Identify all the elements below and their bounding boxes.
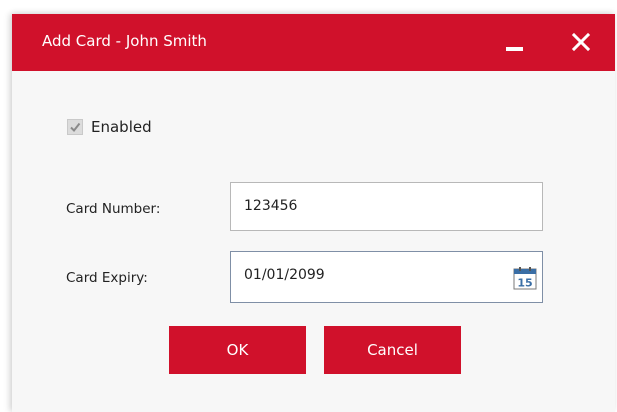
close-button[interactable] — [568, 29, 594, 55]
checkmark-icon — [70, 122, 81, 133]
enabled-checkbox[interactable] — [67, 119, 83, 135]
card-number-value: 123456 — [244, 198, 298, 214]
cancel-button[interactable]: Cancel — [324, 326, 461, 374]
close-icon — [571, 32, 591, 52]
calendar-icon[interactable]: 15 — [513, 266, 537, 290]
add-card-dialog: Add Card - John Smith Enabled Card Numbe… — [12, 14, 615, 412]
card-expiry-input[interactable]: 01/01/2099 15 — [230, 251, 543, 303]
card-expiry-label: Card Expiry: — [66, 270, 148, 286]
card-number-label: Card Number: — [66, 201, 161, 217]
minimize-icon — [506, 47, 523, 51]
ok-button[interactable]: OK — [169, 326, 306, 374]
dialog-title: Add Card - John Smith — [42, 32, 207, 50]
calendar-day: 15 — [517, 277, 532, 290]
minimize-button[interactable] — [502, 30, 528, 56]
dialog-titlebar: Add Card - John Smith — [12, 14, 615, 71]
card-number-input[interactable]: 123456 — [230, 182, 543, 231]
card-expiry-value: 01/01/2099 — [244, 267, 325, 283]
dialog-body: Enabled Card Number: 123456 Card Expiry:… — [12, 71, 615, 412]
enabled-label: Enabled — [91, 118, 152, 136]
